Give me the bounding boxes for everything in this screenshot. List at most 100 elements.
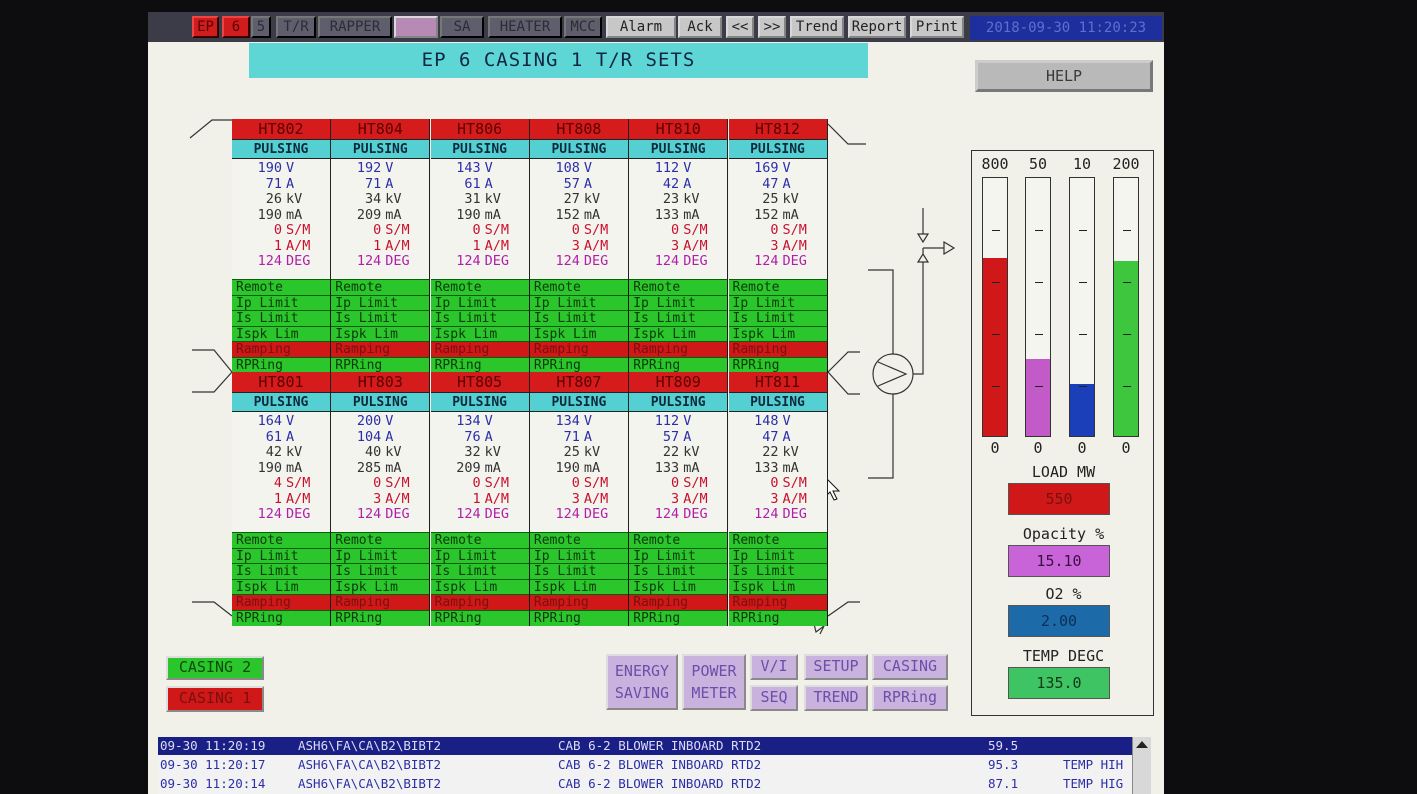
bar-tick bbox=[1035, 334, 1043, 335]
reading-unit: kV bbox=[385, 444, 402, 460]
status-flag-ispk-lim: Ispk Lim bbox=[728, 578, 828, 595]
tr-set-ht810[interactable]: HT810 PULSING 112 V 42 A 23 kV 133 mA 0 S/M 3 A/M 124 D… bbox=[629, 119, 729, 373]
vi-button[interactable]: V/I bbox=[750, 654, 798, 680]
casing-button[interactable]: CASING bbox=[872, 654, 948, 680]
status-flag-ispk-lim: Ispk Lim bbox=[529, 325, 629, 342]
tr-set-id: HT805 bbox=[430, 372, 530, 392]
reading-kv: 25 kV bbox=[729, 191, 827, 208]
reading-am: 3 A/M bbox=[530, 490, 628, 508]
casing-1-button[interactable]: CASING 1 bbox=[166, 686, 264, 712]
reading-value: 47 bbox=[762, 428, 779, 445]
reading-ma: 133 mA bbox=[729, 460, 827, 477]
gauge-value: 15.10 bbox=[1008, 545, 1110, 577]
status-flag-is-limit: Is Limit bbox=[232, 563, 331, 579]
tr-set-ht812[interactable]: HT812 PULSING 169 V 47 A 25 kV 152 mA 0 S/M 3 A/M 124 D… bbox=[728, 119, 828, 373]
status-flag-ip-limit: Ip Limit bbox=[728, 294, 828, 311]
alarm-row[interactable]: 09-30 11:20:17 ASH6\FA\CA\B2\BIBT2 CAB 6-2… bbox=[158, 756, 1142, 774]
reading-value: 71 bbox=[563, 428, 580, 445]
alarm-value: 95.3 bbox=[988, 757, 1019, 772]
power-meter-button[interactable]: POWER METER bbox=[682, 654, 746, 710]
reading-unit: A bbox=[484, 175, 493, 192]
reading-unit: S/M bbox=[683, 222, 708, 238]
readings-block: 134 V 76 A 32 kV 209 mA 0 S/M 1 A/M 124 DEG bbox=[430, 411, 530, 532]
tr-set-ht801[interactable]: HT801 PULSING 164 V 61 A 42 kV 190 mA 4 S/M 1 A/M 124 D… bbox=[232, 372, 331, 626]
energy-saving-button[interactable]: ENERGY SAVING bbox=[606, 654, 678, 710]
reading-value: 124 bbox=[654, 506, 680, 522]
gauge-value: 135.0 bbox=[1008, 667, 1110, 699]
status-badge: PULSING bbox=[728, 392, 828, 411]
tr-set-ht802[interactable]: HT802 PULSING 190 V 71 A 26 kV 190 mA 0 S/M 1 A/M 124 D… bbox=[232, 119, 331, 373]
reading-kv: 23 kV bbox=[629, 191, 727, 208]
reading-deg: 124 DEG bbox=[629, 506, 727, 523]
setup-button[interactable]: SETUP bbox=[804, 654, 868, 680]
scroll-up-icon[interactable] bbox=[1136, 741, 1148, 748]
gauge-value: 2.00 bbox=[1008, 605, 1110, 637]
status-flag-is-limit: Is Limit bbox=[728, 563, 828, 579]
reading-a: 61 A bbox=[431, 175, 529, 193]
casing-2-button[interactable]: CASING 2 bbox=[166, 656, 264, 680]
status-flag-remote: Remote bbox=[232, 279, 331, 295]
reading-unit: mA bbox=[385, 206, 402, 223]
tr-set-ht805[interactable]: HT805 PULSING 134 V 76 A 32 kV 209 mA 0 S/M 1 A/M 124 D… bbox=[430, 372, 530, 626]
status-flag-ispk-lim: Ispk Lim bbox=[728, 325, 828, 342]
reading-a: 71 A bbox=[232, 176, 330, 193]
reading-deg: 124 DEG bbox=[431, 506, 529, 523]
status-flag-ip-limit: Ip Limit bbox=[232, 547, 331, 564]
reading-a: 104 A bbox=[331, 429, 429, 446]
bar-tick bbox=[1123, 230, 1131, 231]
reading-unit: A/M bbox=[286, 490, 311, 507]
status-flag-remote: Remote bbox=[728, 532, 828, 548]
rpring-button[interactable]: RPRing bbox=[872, 685, 948, 711]
tr-set-ht808[interactable]: HT808 PULSING 108 V 57 A 27 kV 152 mA 0 S/M 3 A/M 124 D… bbox=[529, 119, 629, 373]
reading-value: 1 bbox=[273, 237, 282, 254]
tr-set-ht811[interactable]: HT811 PULSING 148 V 47 A 22 kV 133 mA 0 S/M 3 A/M 124 D… bbox=[728, 372, 828, 626]
reading-unit: DEG bbox=[683, 253, 708, 269]
alarm-row[interactable]: 09-30 11:20:19 ASH6\FA\CA\B2\BIBT2 CAB 6-2… bbox=[158, 737, 1142, 755]
trend-button[interactable]: TREND bbox=[804, 685, 868, 711]
reading-unit: A bbox=[683, 428, 692, 445]
tr-set-ht804[interactable]: HT804 PULSING 192 V 71 A 34 kV 209 mA 0 S/M 1 A/M 124 D… bbox=[331, 119, 431, 373]
reading-unit: V bbox=[583, 160, 593, 176]
status-flag-ip-limit: Ip Limit bbox=[430, 547, 530, 564]
reading-deg: 124 DEG bbox=[729, 506, 827, 523]
status-flag-ispk-lim: Ispk Lim bbox=[331, 325, 431, 342]
reading-unit: V bbox=[385, 160, 394, 176]
status-badge: PULSING bbox=[529, 392, 629, 411]
reading-unit: S/M bbox=[286, 475, 311, 491]
tr-set-ht803[interactable]: HT803 PULSING 200 V 104 A 40 kV 285 mA 0 S/M 3 A/M 124… bbox=[331, 372, 431, 626]
hmi-screen: EP 6 5 T/R RAPPER SA HEATER MCC Alarm Ack << >> Tren… bbox=[148, 12, 1164, 794]
reading-deg: 124 DEG bbox=[729, 253, 827, 270]
alarm-scrollbar[interactable] bbox=[1132, 737, 1151, 794]
reading-am: 3 A/M bbox=[729, 491, 827, 508]
alarm-time: 09-30 11:20:14 bbox=[160, 776, 266, 791]
alarm-row[interactable]: 09-30 11:20:14 ASH6\FA\CA\B2\BIBT2 CAB 6-2… bbox=[158, 775, 1142, 793]
reading-value: 190 bbox=[456, 206, 481, 223]
meter-label: METER bbox=[691, 684, 737, 702]
reading-value: 133 bbox=[654, 459, 680, 476]
alarm-time: 09-30 11:20:19 bbox=[160, 738, 266, 753]
reading-unit: S/M bbox=[484, 475, 509, 491]
status-flag-is-limit: Is Limit bbox=[529, 563, 629, 579]
power-label: POWER bbox=[691, 662, 737, 680]
tr-set-ht806[interactable]: HT806 PULSING 143 V 61 A 31 kV 190 mA 0 S/M 1 A/M 124 D… bbox=[430, 119, 530, 373]
reading-v: 143 V bbox=[431, 160, 529, 177]
reading-ma: 133 mA bbox=[629, 207, 727, 224]
reading-unit: V bbox=[683, 160, 692, 176]
reading-unit: DEG bbox=[583, 506, 609, 522]
status-flag-is-limit: Is Limit bbox=[232, 310, 331, 326]
reading-value: 169 bbox=[754, 160, 779, 176]
reading-unit: A/M bbox=[583, 490, 609, 507]
reading-v: 112 V bbox=[629, 160, 727, 177]
status-flag-ramping: Ramping bbox=[629, 341, 729, 357]
status-flag-ispk-lim: Ispk Lim bbox=[430, 578, 530, 595]
tr-set-ht809[interactable]: HT809 PULSING 112 V 57 A 22 kV 133 mA 0 S/M 3 A/M 124 D… bbox=[629, 372, 729, 626]
reading-value: 190 bbox=[257, 160, 282, 176]
reading-deg: 124 DEG bbox=[331, 253, 429, 270]
seq-button[interactable]: SEQ bbox=[750, 685, 798, 711]
reading-am: 3 A/M bbox=[530, 238, 628, 255]
readings-block: 112 V 57 A 22 kV 133 mA 0 S/M 3 A/M 124 DEG bbox=[629, 411, 729, 532]
reading-value: 57 bbox=[662, 428, 680, 445]
reading-unit: kV bbox=[583, 191, 601, 207]
reading-ma: 209 mA bbox=[331, 206, 429, 224]
tr-set-ht807[interactable]: HT807 PULSING 134 V 71 A 25 kV 190 mA 0 S/M 3 A/M 124 D… bbox=[529, 372, 629, 626]
